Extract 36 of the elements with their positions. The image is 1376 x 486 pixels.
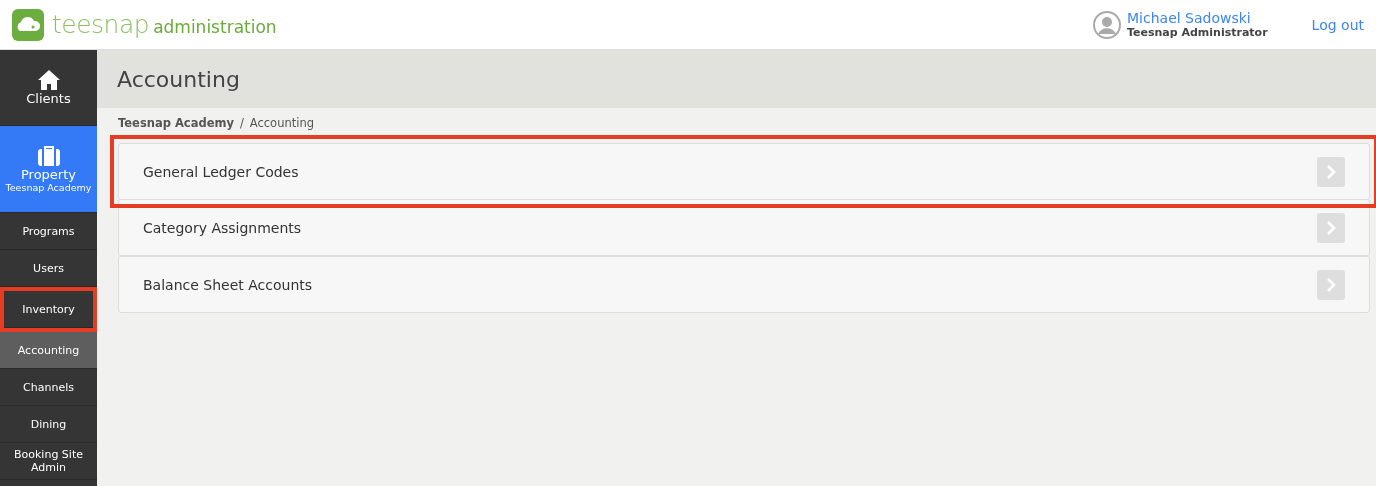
- chevron-button[interactable]: [1317, 269, 1345, 300]
- sidebar-label: Booking Site Admin: [13, 448, 84, 474]
- sidebar-label: Accounting: [17, 343, 80, 357]
- briefcase-icon: [36, 145, 61, 167]
- avatar-icon: [1093, 10, 1121, 39]
- sidebar-label: Users: [33, 261, 64, 275]
- breadcrumb-current: Accounting: [249, 116, 315, 130]
- row-label: Balance Sheet Accounts: [143, 276, 314, 293]
- sidebar-item[interactable]: Accounting: [0, 332, 97, 369]
- chevron-right-icon: [1326, 220, 1336, 235]
- logo-icon: [12, 8, 44, 41]
- breadcrumb-separator: /: [239, 116, 244, 130]
- menu-row[interactable]: General Ledger Codes: [118, 143, 1370, 200]
- logo-subtitle: administration: [153, 16, 277, 37]
- sidebar-label: Inventory: [22, 302, 75, 316]
- row-label: Category Assignments: [143, 219, 303, 236]
- user-role: Teesnap Administrator: [1127, 26, 1268, 39]
- property-name: Teesnap Academy: [5, 182, 92, 193]
- chevron-button[interactable]: [1317, 212, 1345, 243]
- sidebar-label: Property: [21, 167, 76, 182]
- chevron-right-icon: [1326, 164, 1336, 179]
- sidebar-label: Programs: [22, 224, 75, 238]
- logo-wordmark: teesnap: [52, 10, 150, 39]
- chevron-button[interactable]: [1317, 156, 1345, 187]
- row-label: General Ledger Codes: [143, 163, 300, 180]
- user-name[interactable]: Michael Sadowski: [1127, 10, 1268, 26]
- page-title: Accounting: [117, 66, 240, 92]
- sidebar-label: Dining: [30, 417, 67, 431]
- logout-link[interactable]: Log out: [1311, 16, 1364, 33]
- sidebar-label: Channels: [23, 380, 74, 394]
- home-icon: [36, 69, 61, 91]
- sidebar-label: Clients: [26, 91, 71, 106]
- chevron-right-icon: [1326, 277, 1336, 292]
- sidebar-item[interactable]: Property Teesnap Academy: [0, 126, 97, 213]
- menu-row[interactable]: Balance Sheet Accounts: [118, 256, 1370, 313]
- breadcrumb-link[interactable]: Teesnap Academy: [118, 116, 234, 130]
